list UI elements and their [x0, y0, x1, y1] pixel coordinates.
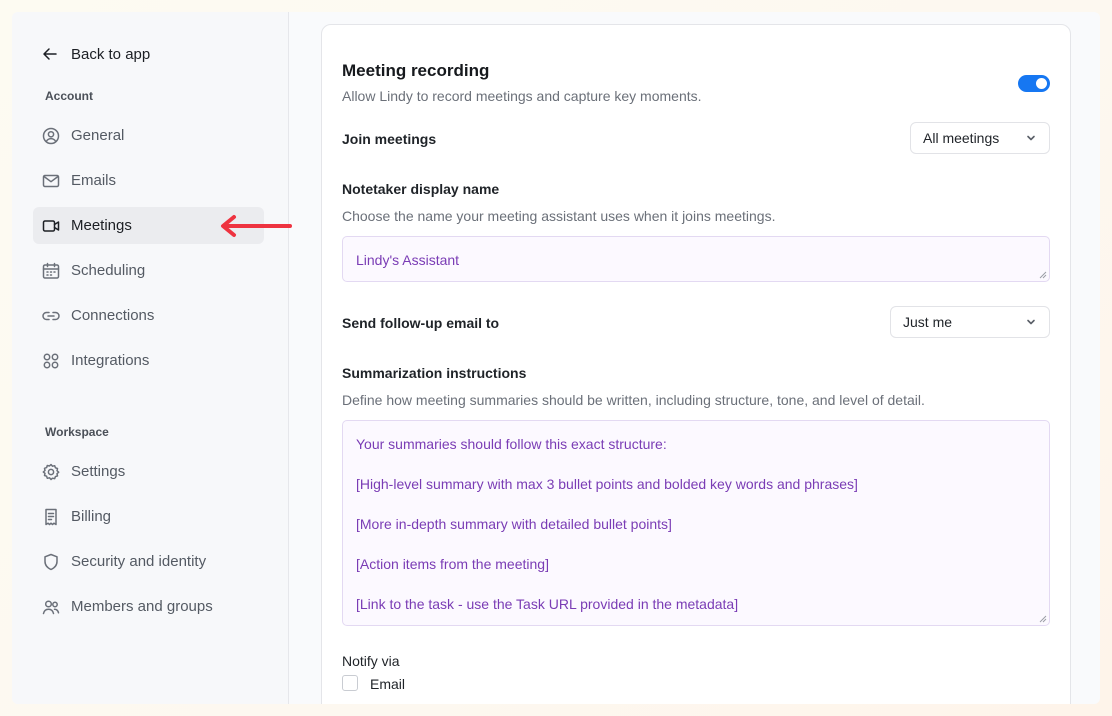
sidebar-item-label: Integrations	[71, 352, 150, 369]
sidebar-item-label: Connections	[71, 307, 155, 324]
instruction-line: [More in-depth summary with detailed bul…	[356, 516, 672, 532]
sidebar-item-general[interactable]: General	[33, 117, 264, 154]
sidebar-item-label: Members and groups	[71, 598, 213, 615]
toggle-knob	[1036, 78, 1047, 89]
sidebar-item-label: General	[71, 127, 125, 144]
sidebar-item-billing[interactable]: Billing	[33, 498, 264, 535]
workspace-heading: Workspace	[45, 425, 109, 439]
gear-icon	[41, 462, 61, 482]
summarization-label: Summarization instructions	[342, 365, 527, 381]
select-value: Just me	[903, 314, 953, 330]
video-icon	[41, 216, 61, 236]
instruction-line: [Link to the task - use the Task URL pro…	[356, 596, 739, 612]
notetaker-name-field[interactable]: Lindy's Assistant	[342, 236, 1050, 282]
account-heading: Account	[45, 89, 93, 103]
sidebar-item-security[interactable]: Security and identity	[33, 543, 264, 580]
sidebar-item-members[interactable]: Members and groups	[33, 588, 264, 625]
sidebar-item-connections[interactable]: Connections	[33, 297, 264, 334]
sidebar-item-settings[interactable]: Settings	[33, 453, 264, 490]
user-circle-icon	[41, 126, 61, 146]
settings-window: Back to app Account General Emails Meeti…	[12, 12, 1100, 704]
grid-icon	[41, 351, 61, 371]
sidebar: Back to app Account General Emails Meeti…	[12, 12, 292, 704]
meeting-recording-card: Meeting recording Allow Lindy to record …	[321, 24, 1071, 704]
main-content: Meeting recording Allow Lindy to record …	[289, 12, 1100, 704]
sidebar-item-label: Scheduling	[71, 262, 146, 279]
users-icon	[41, 597, 61, 617]
link-icon	[41, 306, 61, 326]
instruction-line: [Action items from the meeting]	[356, 556, 549, 572]
notetaker-name-description: Choose the name your meeting assistant u…	[342, 208, 776, 224]
sidebar-item-label: Emails	[71, 172, 117, 189]
resize-handle-icon[interactable]	[1039, 615, 1047, 623]
email-checkbox-label: Email	[370, 676, 406, 692]
sidebar-item-label: Security and identity	[71, 553, 207, 570]
sidebar-item-label: Billing	[71, 508, 112, 525]
arrow-left-icon	[40, 44, 60, 64]
sidebar-item-label: Settings	[71, 463, 126, 480]
sidebar-item-scheduling[interactable]: Scheduling	[33, 252, 264, 289]
mail-icon	[41, 171, 61, 191]
chevron-down-icon	[1025, 316, 1037, 328]
instruction-line: [High-level summary with max 3 bullet po…	[356, 476, 858, 492]
sidebar-item-integrations[interactable]: Integrations	[33, 342, 264, 379]
email-checkbox[interactable]	[342, 675, 358, 691]
join-meetings-select[interactable]: All meetings	[910, 122, 1050, 154]
sidebar-item-emails[interactable]: Emails	[33, 162, 264, 199]
instruction-line: Your summaries should follow this exact …	[356, 436, 667, 452]
field-value: Lindy's Assistant	[356, 252, 460, 268]
summarization-description: Define how meeting summaries should be w…	[342, 392, 925, 408]
receipt-icon	[41, 507, 61, 527]
calendar-icon	[41, 261, 61, 281]
notetaker-name-label: Notetaker display name	[342, 181, 500, 197]
sidebar-item-label: Meetings	[71, 217, 132, 234]
resize-handle-icon[interactable]	[1039, 271, 1047, 279]
select-value: All meetings	[923, 130, 1000, 146]
follow-up-label: Send follow-up email to	[342, 315, 500, 331]
notify-via-label: Notify via	[342, 653, 400, 669]
back-to-app-label: Back to app	[71, 45, 151, 63]
back-to-app-link[interactable]: Back to app	[40, 44, 150, 64]
follow-up-select[interactable]: Just me	[890, 306, 1050, 338]
chevron-down-icon	[1025, 132, 1037, 144]
recording-toggle[interactable]	[1018, 75, 1050, 92]
join-meetings-label: Join meetings	[342, 131, 437, 147]
summarization-instructions-field[interactable]: Your summaries should follow this exact …	[342, 420, 1050, 626]
shield-icon	[41, 552, 61, 572]
annotation-arrow-icon	[221, 215, 292, 237]
section-description: Allow Lindy to record meetings and captu…	[342, 88, 702, 104]
section-title: Meeting recording	[342, 61, 490, 80]
